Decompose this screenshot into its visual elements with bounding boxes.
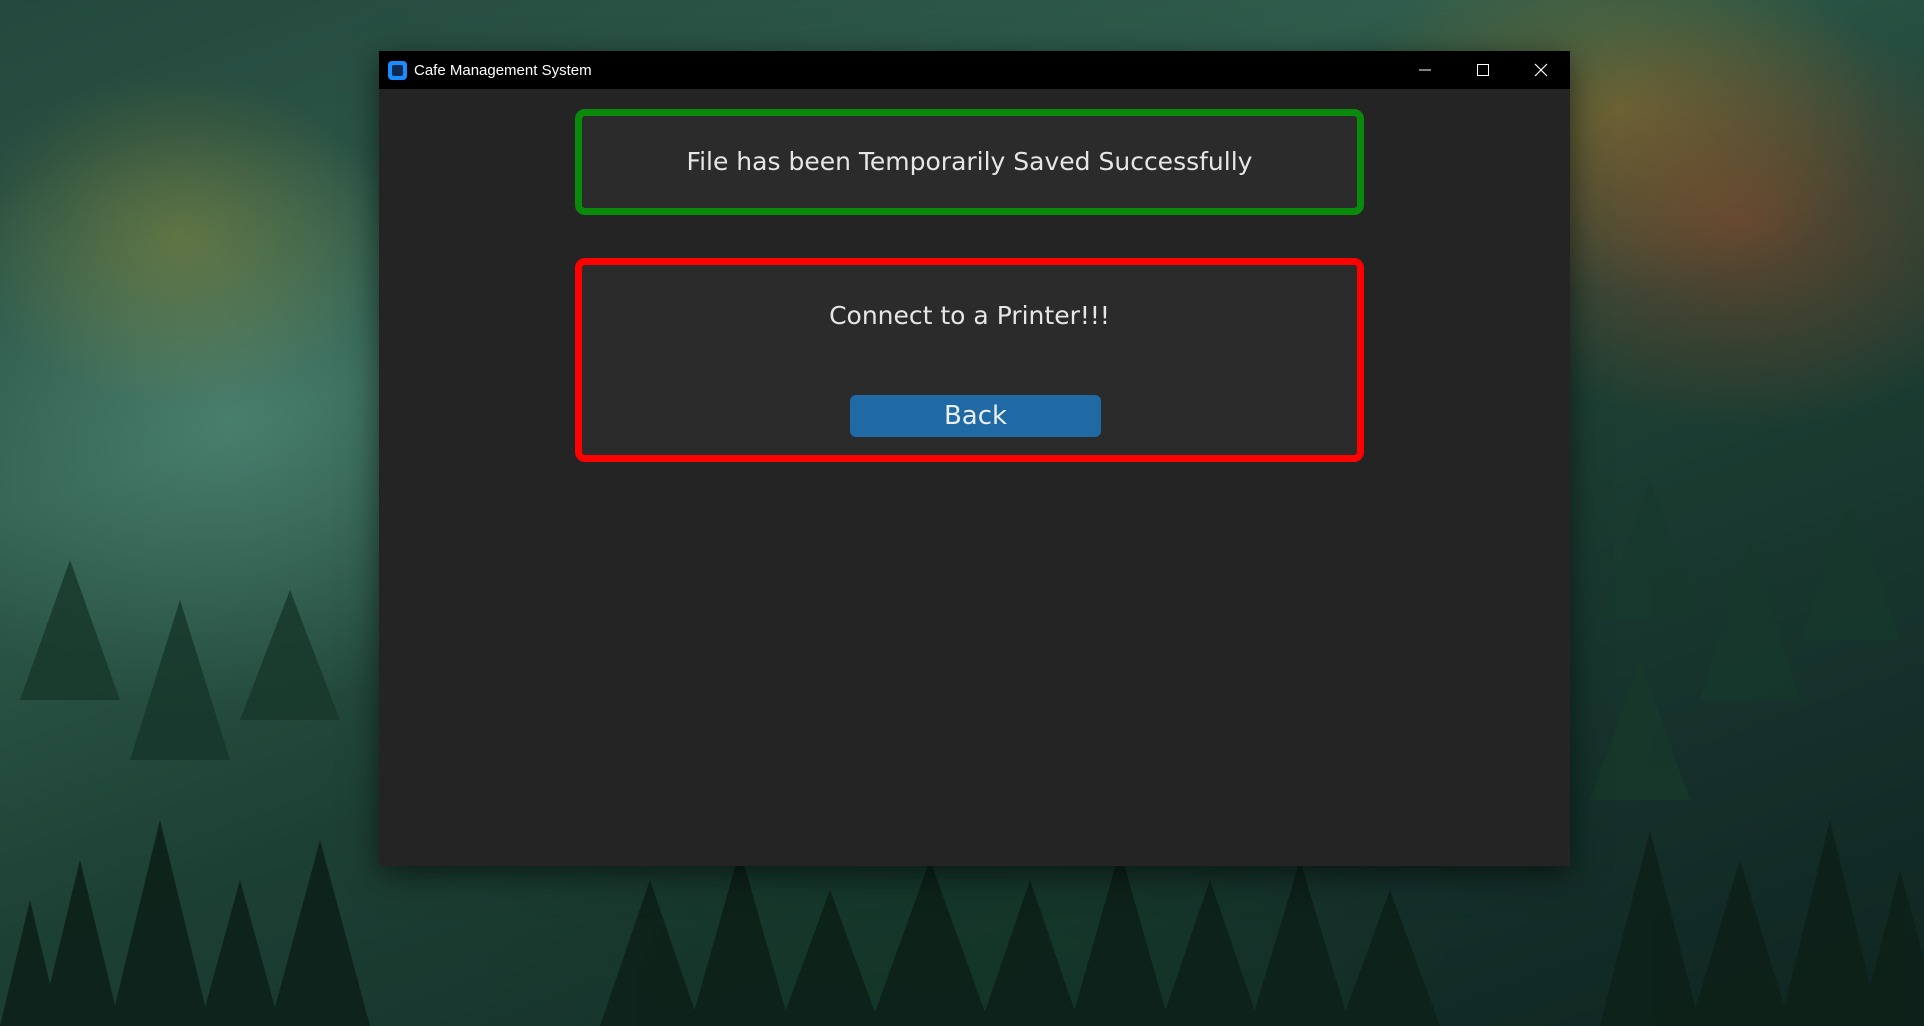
close-button[interactable] [1512,51,1570,89]
back-button[interactable]: Back [850,395,1101,437]
save-success-panel: File has been Temporarily Saved Successf… [575,109,1364,215]
close-icon [1534,63,1548,77]
maximize-button[interactable] [1454,51,1512,89]
window-title: Cafe Management System [414,62,592,79]
app-window: Cafe Management System File has been Tem… [379,51,1570,866]
maximize-icon [1477,64,1489,76]
minimize-icon [1419,69,1431,71]
printer-error-message: Connect to a Printer!!! [829,301,1110,330]
save-success-message: File has been Temporarily Saved Successf… [686,147,1253,176]
title-bar[interactable]: Cafe Management System [379,51,1570,89]
app-logo-icon [388,61,407,80]
minimize-button[interactable] [1396,51,1454,89]
printer-error-panel: Connect to a Printer!!! Back [575,258,1364,462]
